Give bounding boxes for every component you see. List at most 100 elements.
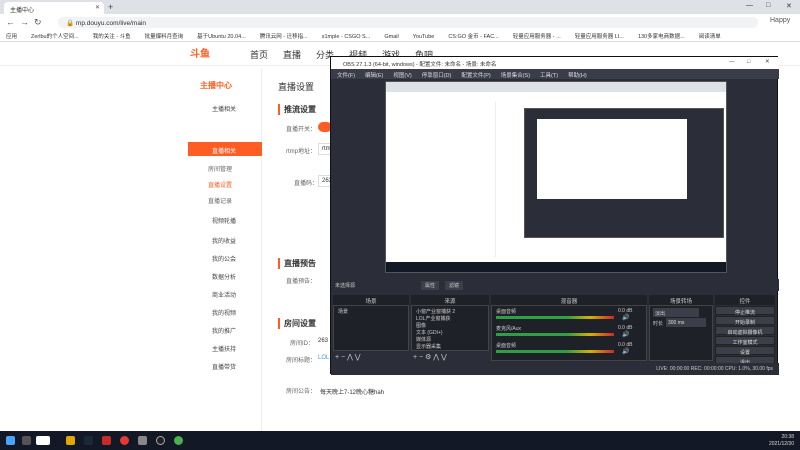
sidebar-item[interactable]: 直播设置 (188, 176, 262, 190)
bookmark-item[interactable]: CS:GO 金币 - FAC... (448, 34, 498, 40)
rtmp-label: rtmp地址： (286, 149, 317, 155)
chrome-icon[interactable] (174, 436, 183, 445)
sidebar-item[interactable]: 商业活动 (188, 286, 262, 300)
bookmark-item[interactable]: 基于Ubuntu 20.04... (197, 34, 246, 40)
obs-taskbar-icon[interactable] (156, 436, 165, 445)
clock-time: 20:38 (781, 434, 794, 440)
mixer-channel-name: 桌面音频 (496, 309, 517, 315)
bookmark-item[interactable]: Gmail (384, 34, 398, 40)
obs-maximize-icon[interactable]: □ (747, 59, 750, 65)
netease-music-icon[interactable] (120, 436, 129, 445)
mixer-mute-icon[interactable]: 🔊 (622, 314, 629, 321)
room-notice-value[interactable]: 每天晚上7-12晚心糖hah (320, 387, 384, 396)
transition-select[interactable]: 淡出 (653, 308, 699, 317)
source-item[interactable]: 显示器采集 (416, 343, 441, 352)
controls-dock-title: 控件 (715, 295, 775, 305)
new-tab-button[interactable]: + (108, 2, 113, 12)
sidebar-item[interactable]: 我的视频 (188, 304, 262, 318)
control-button[interactable]: 开始录制 (715, 316, 775, 326)
sidebar-item[interactable]: 我的推广 (188, 322, 262, 336)
scene-item[interactable]: 场景 (338, 308, 348, 317)
sidebar-item[interactable]: 我的公会 (188, 250, 262, 264)
windows-start-icon[interactable] (6, 436, 15, 445)
control-button[interactable]: 设置 (715, 346, 775, 356)
mixer-dock: 桌面音频 0.0 dB 🔊 麦克风/Aux 0.0 dB 🔊 桌面音频 0.0 dB 🔊 (491, 305, 647, 361)
steam-icon[interactable] (84, 436, 93, 445)
mixer-level-bar (496, 350, 614, 353)
bookmark-item[interactable]: 我的关注 - 斗鱼 (93, 34, 131, 40)
section-preview: 直播预告 (278, 258, 316, 269)
bookmark-item[interactable]: 批量爆料月查询 (145, 34, 184, 40)
minimize-icon[interactable]: — (746, 2, 753, 9)
properties-button[interactable]: 属性 (421, 281, 440, 290)
close-window-icon[interactable]: ✕ (786, 2, 792, 10)
sources-dock: 小窗产业窗捕获 2 LOL产业窗捕获 图像 文本 (GDI+) 媒体源 显示器采集 (411, 305, 489, 351)
system-clock: 20:38 2021/12/30 (769, 434, 794, 448)
address-bar[interactable]: 🔒 mp.douyu.com/live/main (58, 17, 758, 28)
bookmark-item[interactable]: Zerlbu的个人空间... (31, 34, 79, 40)
filters-button[interactable]: 滤镜 (445, 281, 464, 290)
obs-menu-item[interactable]: 停靠窗口(D) (422, 73, 452, 79)
close-tab-icon[interactable]: ✕ (95, 4, 100, 11)
control-button[interactable]: 启动虚拟摄像机 (715, 326, 775, 336)
obs-menubar: 文件(F) 编辑(E) 视图(V) 停靠窗口(D) 配置文件(P) 场景集合(S) 工具(T… (331, 69, 779, 79)
section-push: 推流设置 (278, 104, 316, 115)
mixer-mute-icon[interactable]: 🔊 (622, 348, 629, 355)
site-nav-item[interactable]: 首页 (250, 48, 268, 61)
sidebar-item[interactable]: 我的收益 (188, 232, 262, 246)
sidebar-item[interactable]: 主播相关 (188, 100, 262, 114)
obs-menu-item[interactable]: 文件(F) (337, 73, 355, 79)
room-title-value[interactable]: LOL (318, 355, 329, 361)
scene-add-remove[interactable]: + − ⋀ ⋁ (335, 353, 361, 361)
preview-browser-bar (386, 82, 726, 92)
mixer-dock-title: 混音器 (491, 295, 647, 305)
duration-field[interactable]: 300 ms (666, 318, 706, 327)
control-button[interactable]: 停止推流 (715, 306, 775, 316)
app-icon[interactable] (102, 436, 111, 445)
obs-preview[interactable] (385, 81, 727, 273)
mixer-channel-name: 麦克风/Aux (496, 326, 522, 332)
back-icon[interactable]: ← (6, 17, 15, 27)
sidebar-item[interactable]: 房间管理 (188, 160, 262, 174)
control-button[interactable]: 工作室模式 (715, 336, 775, 346)
bookmark-item[interactable]: 130多家电商数据... (638, 34, 685, 40)
site-nav-item[interactable]: 直播 (283, 48, 301, 61)
bookmark-item[interactable]: 轻量应用服务器 LI... (575, 34, 624, 40)
mixer-mute-icon[interactable]: 🔊 (622, 331, 629, 338)
maximize-icon[interactable]: □ (766, 2, 770, 9)
forward-icon[interactable]: → (20, 17, 29, 27)
section-room: 房间设置 (278, 318, 316, 329)
push-switch-label: 直播开关： (286, 127, 317, 133)
source-add-remove[interactable]: + − ⚙ ⋀ ⋁ (413, 353, 447, 361)
obs-menu-item[interactable]: 帮助(H) (568, 73, 587, 79)
obs-window: OBS 27.1.3 (64-bit, windows) - 配置文件: 未命名… (330, 56, 779, 375)
search-icon[interactable] (22, 436, 31, 445)
douyu-taskbar-icon[interactable] (36, 436, 50, 445)
sidebar-item[interactable]: 主播扶持 (188, 340, 262, 354)
obs-menu-item[interactable]: 配置文件(P) (461, 73, 490, 79)
reload-icon[interactable]: ↻ (34, 17, 42, 28)
user-avatar[interactable]: Happy (770, 17, 790, 24)
file-explorer-icon[interactable] (66, 436, 75, 445)
browser-tab[interactable]: 主播中心 ✕ (4, 2, 104, 14)
bookmark-item[interactable]: s1mple - CSGO S... (322, 34, 371, 40)
bookmark-item[interactable]: 阅读清单 (699, 34, 721, 40)
obs-menu-item[interactable]: 工具(T) (540, 73, 558, 79)
sidebar-item[interactable]: 直播带货 (188, 358, 262, 372)
obs-minimize-icon[interactable]: — (729, 59, 735, 65)
bookmark-item[interactable]: 应用 (6, 34, 17, 40)
obs-close-icon[interactable]: ✕ (765, 59, 770, 65)
obs-menu-item[interactable]: 场景集合(S) (501, 73, 530, 79)
bookmark-item[interactable]: YouTube (413, 34, 435, 40)
preview-sidebar (466, 102, 496, 257)
douyu-logo[interactable]: 斗鱼 (190, 45, 232, 63)
obs-menu-item[interactable]: 编辑(E) (365, 73, 383, 79)
app-icon-2[interactable] (138, 436, 147, 445)
sidebar-item[interactable]: 视频轮播 (188, 212, 262, 226)
bookmark-item[interactable]: 轻量应用服务器 - ... (513, 34, 561, 40)
obs-menu-item[interactable]: 视图(V) (393, 73, 411, 79)
sidebar-item[interactable]: 直播相关 (188, 142, 262, 156)
bookmark-item[interactable]: 腾讯云网 - 迁移指... (260, 34, 308, 40)
sidebar-item[interactable]: 直播记录 (188, 192, 262, 206)
sidebar-item[interactable]: 数据分析 (188, 268, 262, 282)
